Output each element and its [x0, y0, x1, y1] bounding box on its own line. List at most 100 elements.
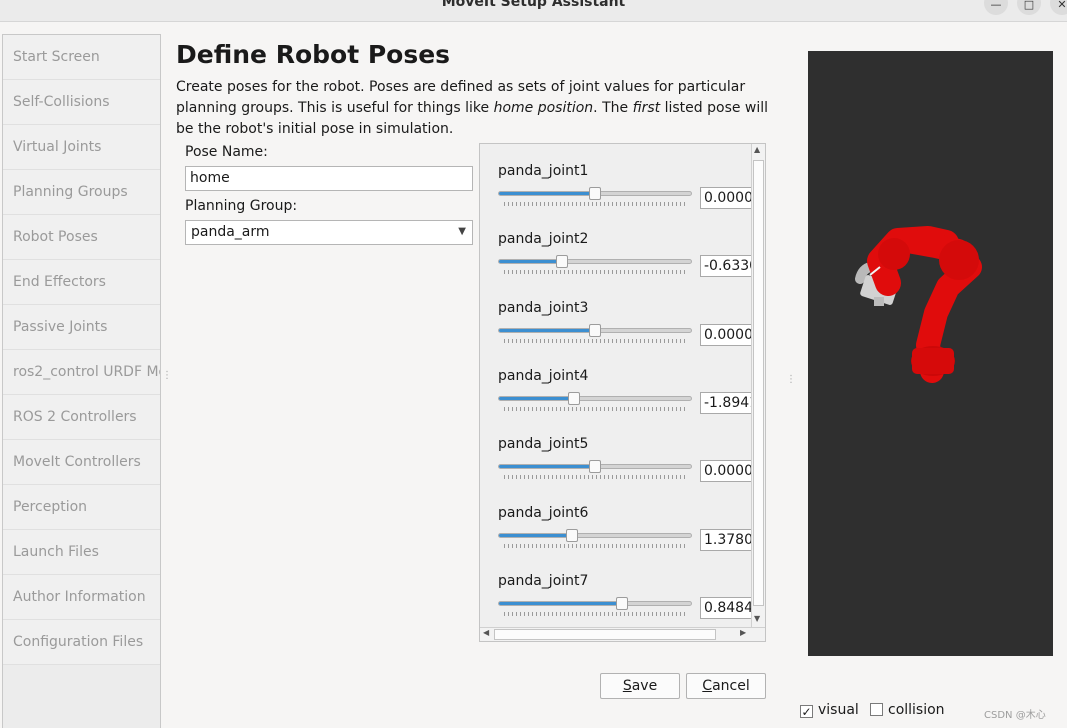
sidebar-nav: Start Screen Self-Collisions Virtual Joi…	[2, 34, 161, 728]
joint-slider-panda_joint1[interactable]	[498, 187, 692, 200]
sidebar-item-end-effectors[interactable]: End Effectors	[3, 260, 160, 305]
joint-row-panda_joint6: panda_joint6 1.3780	[498, 504, 765, 573]
viewer-splitter-handle[interactable]: ⋮	[786, 374, 796, 385]
joint-sliders-panel: panda_joint10.0000panda_joint2-0.6330pan…	[479, 143, 766, 642]
sidebar-item-configuration-files[interactable]: Configuration Files	[3, 620, 160, 665]
close-icon[interactable]: ✕	[1050, 0, 1067, 15]
sidebar-item-ros2-controllers[interactable]: ROS 2 Controllers	[3, 395, 160, 440]
scroll-left-icon[interactable]: ◀	[483, 628, 489, 637]
joint-slider-handle[interactable]	[589, 323, 601, 337]
robot-model	[855, 226, 982, 383]
check-icon: ✓	[800, 705, 813, 719]
title-bar: MoveIt Setup Assistant — □ ✕	[0, 0, 1067, 22]
sidebar-splitter-handle[interactable]: ⋮	[162, 370, 172, 381]
joint-value-input-panda_joint5[interactable]: 0.0000	[700, 460, 752, 483]
joint-value-input-panda_joint4[interactable]: -1.8941	[700, 391, 752, 414]
joint-slider-panda_joint4[interactable]	[498, 391, 692, 405]
sidebar-item-perception[interactable]: Perception	[3, 485, 160, 530]
joint-slider-ticks	[504, 338, 686, 343]
sidebar-item-ros2-control-urdf[interactable]: ros2_control URDF Mod	[3, 350, 160, 395]
joint-slider-handle[interactable]	[589, 460, 601, 474]
save-button-label: ave	[631, 678, 658, 694]
joint-value-input-panda_joint1[interactable]: 0.0000	[700, 187, 752, 209]
joint-slider-handle[interactable]	[565, 528, 578, 542]
joint-name-label: panda_joint6	[498, 504, 589, 521]
pose-name-label: Pose Name:	[185, 144, 268, 160]
joint-slider-ticks	[504, 202, 686, 206]
joint-row-panda_joint1: panda_joint1 0.0000	[498, 163, 765, 231]
joint-slider-handle[interactable]	[615, 596, 628, 610]
visual-checkbox[interactable]: ✓ visual	[800, 702, 859, 718]
pose-name-input[interactable]: home	[185, 166, 473, 191]
joint-slider-fill	[499, 601, 622, 605]
scroll-down-icon[interactable]: ▼	[754, 614, 760, 623]
vertical-scrollbar[interactable]: ▲ ▼	[751, 144, 765, 628]
sidebar-item-passive-joints[interactable]: Passive Joints	[3, 305, 160, 350]
scroll-up-icon[interactable]: ▲	[754, 145, 760, 154]
scroll-right-icon[interactable]: ▶	[740, 628, 746, 637]
collision-checkbox-label: collision	[888, 702, 945, 718]
joint-slider-panda_joint7[interactable]	[498, 596, 692, 610]
maximize-icon[interactable]: □	[1017, 0, 1041, 15]
joint-value-input-panda_joint2[interactable]: -0.6330	[700, 255, 752, 278]
page-description: Create poses for the robot. Poses are de…	[176, 77, 776, 140]
chevron-down-icon: ▼	[458, 226, 466, 237]
save-button[interactable]: Save	[600, 673, 680, 699]
sidebar-item-launch-files[interactable]: Launch Files	[3, 530, 160, 575]
joint-name-label: panda_joint1	[498, 163, 589, 179]
joint-slider-handle[interactable]	[589, 187, 601, 200]
joint-name-label: panda_joint5	[498, 436, 589, 453]
planning-group-label: Planning Group:	[185, 198, 298, 214]
vertical-scrollbar-thumb[interactable]	[753, 160, 764, 606]
window-title: MoveIt Setup Assistant	[441, 0, 626, 10]
joint-slider-panda_joint6[interactable]	[498, 528, 692, 542]
joint-slider-fill	[499, 533, 572, 537]
joint-row-panda_joint5: panda_joint5 0.0000	[498, 436, 765, 504]
joint-slider-panda_joint2[interactable]	[498, 255, 692, 269]
joint-slider-ticks	[504, 475, 686, 480]
page-title: Define Robot Poses	[176, 40, 451, 69]
joint-slider-ticks	[504, 270, 686, 275]
joint-slider-panda_joint5[interactable]	[498, 460, 692, 474]
cancel-button-label: ancel	[712, 678, 750, 694]
joint-slider-ticks	[504, 543, 686, 548]
joint-row-panda_joint4: panda_joint4 -1.8941	[498, 368, 765, 436]
description-emphasis: home position	[493, 100, 594, 116]
horizontal-scrollbar[interactable]: ◀ ▶	[480, 627, 765, 641]
joint-slider-ticks	[504, 406, 686, 411]
joint-slider-fill	[499, 465, 595, 469]
collision-checkbox[interactable]: collision	[870, 702, 945, 718]
watermark: CSDN @木心	[984, 710, 1046, 721]
description-emphasis: first	[632, 100, 661, 116]
joint-value-input-panda_joint3[interactable]: 0.0000	[700, 323, 752, 346]
visual-checkbox-label: visual	[818, 702, 859, 718]
joint-slider-handle[interactable]	[556, 255, 569, 269]
joint-slider-panda_joint3[interactable]	[498, 323, 692, 337]
minimize-icon[interactable]: —	[984, 0, 1008, 15]
planning-group-value: panda_arm	[191, 224, 270, 240]
joint-row-panda_joint2: panda_joint2 -0.6330	[498, 231, 765, 299]
sidebar-item-planning-groups[interactable]: Planning Groups	[3, 170, 160, 215]
panda-arm-model	[855, 226, 982, 383]
joint-value-input-panda_joint6[interactable]: 1.3780	[700, 528, 752, 551]
sidebar-item-virtual-joints[interactable]: Virtual Joints	[3, 125, 160, 170]
joint-slider-fill	[499, 260, 563, 264]
joint-slider-ticks	[504, 611, 686, 616]
sidebar-item-moveit-controllers[interactable]: MoveIt Controllers	[3, 440, 160, 485]
sidebar-item-author-information[interactable]: Author Information	[3, 575, 160, 620]
sidebar-item-start-screen[interactable]: Start Screen	[3, 35, 160, 80]
joint-slider-fill	[499, 192, 595, 195]
joint-value-input-panda_joint7[interactable]: 0.8484	[700, 596, 752, 619]
joint-name-label: panda_joint3	[498, 299, 589, 316]
save-button-mnemonic: S	[622, 678, 632, 694]
joint-row-panda_joint3: panda_joint3 0.0000	[498, 299, 765, 368]
joint-slider-fill	[499, 396, 574, 400]
sidebar-item-self-collisions[interactable]: Self-Collisions	[3, 80, 160, 125]
joint-slider-handle[interactable]	[567, 391, 580, 405]
sidebar-item-robot-poses[interactable]: Robot Poses	[3, 215, 160, 260]
joint-name-label: panda_joint2	[498, 231, 589, 248]
planning-group-select[interactable]: panda_arm ▼	[185, 220, 473, 245]
cancel-button[interactable]: Cancel	[686, 673, 766, 699]
robot-3d-viewport[interactable]	[808, 51, 1053, 656]
horizontal-scrollbar-thumb[interactable]	[494, 629, 716, 640]
